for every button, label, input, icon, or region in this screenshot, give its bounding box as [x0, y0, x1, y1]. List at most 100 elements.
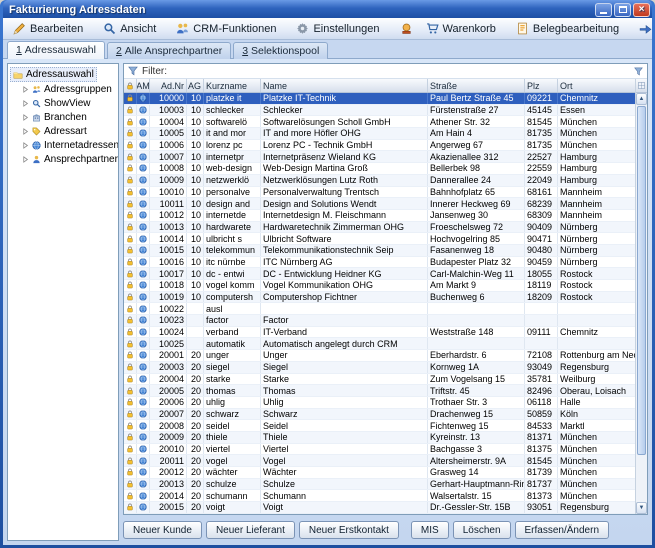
- button-löschen[interactable]: Löschen: [453, 521, 511, 539]
- toolbar-button-stamp-icon[interactable]: [394, 19, 419, 38]
- button-neuer-kunde[interactable]: Neuer Kunde: [123, 521, 202, 539]
- table-row[interactable]: 2000620uhligUhligTrothaer Str. 306118Hal…: [124, 397, 635, 409]
- cell-ort: [558, 315, 635, 326]
- table-row[interactable]: 1000710internetprInternetpräsenz Wieland…: [124, 151, 635, 163]
- cell-strasse: Zum Vogelsang 15: [428, 374, 525, 385]
- scroll-down-arrow[interactable]: ▼: [636, 502, 647, 514]
- table-row[interactable]: 2001220wächterWächterGrasweg 1481739Münc…: [124, 467, 635, 479]
- lock-cell: [124, 502, 137, 513]
- table-row[interactable]: 10025automatikAutomatisch angelegt durch…: [124, 338, 635, 350]
- table-row[interactable]: 1001510telekommunTelekommunikationstechn…: [124, 245, 635, 257]
- table-row[interactable]: 2001120vogelVogelAltersheimerstr. 9A8154…: [124, 455, 635, 467]
- table-row[interactable]: 10023factorFactor: [124, 315, 635, 327]
- cell-ag: 20: [187, 502, 204, 513]
- column-header-ort[interactable]: Ort: [558, 79, 635, 92]
- table-row[interactable]: 2000520thomasThomasTriftstr. 4582496Ober…: [124, 385, 635, 397]
- tab-alle-ansprechpartner[interactable]: 2 Alle Ansprechpartner: [107, 42, 231, 59]
- minimize-button[interactable]: [595, 3, 612, 17]
- table-row[interactable]: 2000920thieleThieleKyreinstr. 1381371Mün…: [124, 432, 635, 444]
- table-row[interactable]: 1001910computershComputershop FichtnerBu…: [124, 292, 635, 304]
- title-bar[interactable]: Fakturierung Adressdaten ×: [3, 0, 652, 18]
- column-options-button[interactable]: [636, 79, 647, 93]
- globe-icon: [139, 422, 147, 430]
- table-row[interactable]: 2001420schumannSchumannWalsertalstr. 158…: [124, 490, 635, 502]
- filter-options-icon[interactable]: [634, 67, 643, 76]
- cell-ort: Chemnitz: [558, 327, 635, 338]
- column-header-kurzname[interactable]: Kurzname: [204, 79, 261, 92]
- table-row[interactable]: 1001110design andDesign and Solutions We…: [124, 198, 635, 210]
- tree-item-adressgruppen[interactable]: Adressgruppen: [10, 82, 116, 96]
- column-header-ad-nr[interactable]: Ad.Nr: [150, 79, 187, 92]
- toolbar-button-warenkorb[interactable]: Warenkorb: [420, 19, 502, 38]
- table-row[interactable]: 1000310schleckerSchleckerFürstenstraße 2…: [124, 105, 635, 117]
- table-row[interactable]: 2001320schulzeSchulzeGerhart-Hauptmann-R…: [124, 479, 635, 491]
- scroll-thumb[interactable]: [637, 106, 646, 455]
- cell-kurzname: ausl: [204, 303, 261, 314]
- cell-plz: 72108: [525, 350, 558, 361]
- table-row[interactable]: 1000410softwarelöSoftwarelösungen Scholl…: [124, 116, 635, 128]
- toolbar-button-delegieren[interactable]: Delegieren: [633, 19, 655, 38]
- close-button[interactable]: ×: [633, 3, 650, 17]
- table-row[interactable]: 2000820seidelSeidelFichtenweg 1584533Mar…: [124, 420, 635, 432]
- table-row[interactable]: 10022ausl: [124, 303, 635, 315]
- tab-adressauswahl[interactable]: 1 Adressauswahl: [7, 41, 105, 59]
- table-row[interactable]: 1001410ulbricht sUlbricht SoftwareHochvo…: [124, 233, 635, 245]
- globe-icon: [139, 293, 147, 301]
- button-mis[interactable]: MIS: [411, 521, 449, 539]
- table-row[interactable]: 1000510it and morIT and more Höfler OHGA…: [124, 128, 635, 140]
- lock-cell: [124, 315, 137, 326]
- tab-selektionspool[interactable]: 3 Selektionspool: [233, 42, 328, 59]
- cell-kurzname: hardwarete: [204, 222, 261, 233]
- column-header-am[interactable]: AM: [137, 79, 150, 92]
- table-row[interactable]: 2000320siegelSiegelKornweg 1A93049Regens…: [124, 362, 635, 374]
- table-row[interactable]: 1001010personalvePersonalverwaltung Tren…: [124, 187, 635, 199]
- table-row[interactable]: 2001020viertelViertelBachgasse 381375Mün…: [124, 444, 635, 456]
- table-row[interactable]: 2000120ungerUngerEberhardstr. 672108Rott…: [124, 350, 635, 362]
- table-row[interactable]: 1000910netzwerklöNetzwerklösungen Lutz R…: [124, 175, 635, 187]
- table-row[interactable]: 2001520voigtVoigtDr.-Gessler-Str. 15B930…: [124, 502, 635, 514]
- vertical-scrollbar[interactable]: ▲ ▼: [635, 79, 647, 514]
- scroll-up-arrow[interactable]: ▲: [636, 93, 647, 105]
- column-header-name[interactable]: Name: [261, 79, 428, 92]
- column-header-lock[interactable]: [124, 79, 137, 92]
- toolbar-button-ansicht[interactable]: Ansicht: [97, 19, 162, 38]
- button-erfassen-ändern[interactable]: Erfassen/Ändern: [515, 521, 610, 539]
- table-row[interactable]: 1000810web-designWeb-Design Martina Groß…: [124, 163, 635, 175]
- toolbar-button-bearbeiten[interactable]: Bearbeiten: [7, 19, 89, 38]
- tree-item-branchen[interactable]: Branchen: [10, 110, 116, 124]
- table-row[interactable]: 1001310hardwareteHardwaretechnik Zimmerm…: [124, 222, 635, 234]
- column-header-plz[interactable]: Plz: [525, 79, 558, 92]
- maximize-button[interactable]: [614, 3, 631, 17]
- table-row[interactable]: 2000420starkeStarkeZum Vogelsang 1535781…: [124, 374, 635, 386]
- table-row[interactable]: 1000610lorenz pcLorenz PC - Technik GmbH…: [124, 140, 635, 152]
- tree-item-adressart[interactable]: Adressart: [10, 124, 116, 138]
- table-row[interactable]: 2000720schwarzSchwarzDrachenweg 1550859K…: [124, 409, 635, 421]
- button-neuer-erstkontakt[interactable]: Neuer Erstkontakt: [299, 521, 399, 539]
- button-neuer-lieferant[interactable]: Neuer Lieferant: [206, 521, 295, 539]
- lock-icon: [126, 351, 134, 359]
- tree-root-adressauswahl[interactable]: Adressauswahl: [10, 67, 97, 82]
- table-row[interactable]: 1001710dc - entwiDC - Entwicklung Heidne…: [124, 268, 635, 280]
- scroll-track[interactable]: [636, 105, 647, 502]
- table-row[interactable]: 1001210internetdeInternetdesign M. Fleis…: [124, 210, 635, 222]
- lock-cell: [124, 409, 137, 420]
- table-row[interactable]: 10024verbandIT-VerbandWeststraße 1480911…: [124, 327, 635, 339]
- column-header-label: Straße: [430, 81, 457, 91]
- globe-cell: [137, 151, 150, 162]
- column-header-ag[interactable]: AG: [187, 79, 204, 92]
- tree-item-internetadressen[interactable]: Internetadressen: [10, 138, 116, 152]
- toolbar-button-crm-funktionen[interactable]: CRM-Funktionen: [170, 19, 282, 38]
- table-row[interactable]: 1001810vogel kommVogel Kommunikation OHG…: [124, 280, 635, 292]
- toolbar-button-einstellungen[interactable]: Einstellungen: [290, 19, 385, 38]
- tree-item-ansprechpartner[interactable]: Ansprechpartner: [10, 152, 116, 166]
- column-header-straße[interactable]: Straße: [428, 79, 525, 92]
- tree-item-showview[interactable]: ShowView: [10, 96, 116, 110]
- cell-ort: München: [558, 455, 635, 466]
- globe-cell: [137, 187, 150, 198]
- tree-item-label: Internetadressen: [44, 140, 119, 151]
- globe-icon: [139, 316, 147, 324]
- table-row[interactable]: 1001610itc nürnbeITC Nürnberg AGBudapest…: [124, 257, 635, 269]
- toolbar-button-belegbearbeitung[interactable]: Belegbearbeitung: [510, 19, 625, 38]
- table-row[interactable]: 1000010platzke itPlatzke IT-TechnikPaul …: [124, 93, 635, 105]
- table-body[interactable]: 1000010platzke itPlatzke IT-TechnikPaul …: [124, 93, 635, 514]
